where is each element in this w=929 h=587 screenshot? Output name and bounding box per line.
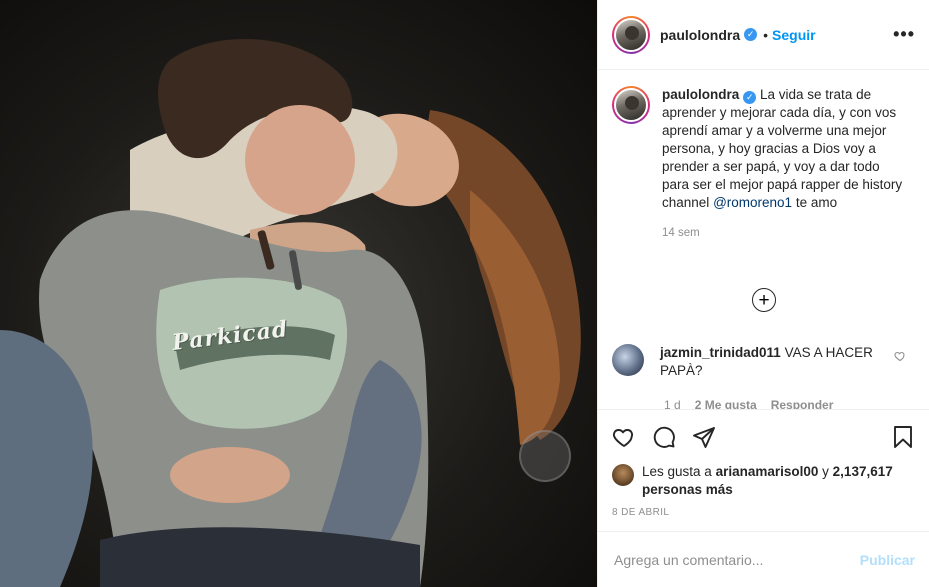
post-header: paulolondra ✓ • Seguir •••: [598, 0, 929, 70]
post-sidebar: paulolondra ✓ • Seguir ••• paulolondra ✓ …: [597, 0, 929, 587]
bookmark-icon[interactable]: [891, 425, 915, 449]
comment-age: 1 d: [664, 398, 681, 409]
caption-verified-badge-icon: ✓: [743, 90, 757, 104]
comment-body: jazmin_trinidad011 VAS A HACER PAPÀ?: [660, 344, 882, 380]
caption-username[interactable]: paulolondra: [662, 87, 739, 102]
comment-like-heart-icon[interactable]: [894, 350, 906, 362]
author-avatar[interactable]: [612, 15, 650, 54]
comment-item: jazmin_trinidad011 VAS A HACER PAPÀ?: [612, 344, 912, 380]
likes-prefix: Les gusta a: [642, 464, 712, 479]
post-photo[interactable]: Parkicad: [0, 0, 597, 587]
author-username[interactable]: paulolondra: [660, 27, 740, 43]
plus-circle-icon[interactable]: +: [752, 288, 776, 312]
action-bar: [598, 409, 929, 463]
heart-icon[interactable]: [612, 425, 636, 449]
header-dot-separator: •: [763, 26, 769, 43]
comment-likes-count[interactable]: 2 Me gusta: [695, 398, 757, 409]
caption-end-text: te amo: [792, 195, 838, 210]
caption-author-avatar[interactable]: [612, 86, 650, 124]
likes-summary: Les gusta a arianamarisol00 y 2,137,617 …: [598, 463, 929, 503]
photo-touch-indicator: [519, 430, 571, 482]
caption-body: paulolondra ✓ La vida se trata de aprende…: [662, 86, 907, 242]
likes-text: Les gusta a arianamarisol00 y 2,137,617 …: [642, 463, 915, 499]
share-icon[interactable]: [692, 425, 716, 449]
publish-button[interactable]: Publicar: [860, 552, 915, 568]
instagram-post: Parkicad paulolondra ✓ • Seguir ••• paul…: [0, 0, 929, 587]
couple-photo-illustration: [0, 38, 581, 587]
caption: paulolondra ✓ La vida se trata de aprende…: [612, 86, 915, 242]
commenter-username[interactable]: jazmin_trinidad011: [660, 345, 781, 360]
post-date[interactable]: 8 DE ABRIL: [598, 503, 929, 531]
comment-icon[interactable]: [652, 425, 676, 449]
follow-button[interactable]: Seguir: [772, 27, 816, 43]
comment-input[interactable]: [614, 551, 860, 568]
caption-mention-link[interactable]: @romoreno1: [713, 195, 792, 210]
liker-avatar[interactable]: [612, 464, 634, 486]
commenter-avatar[interactable]: [612, 344, 644, 376]
caption-time-ago: 14 sem: [662, 227, 700, 239]
comment-meta: 1 d 2 Me gusta Responder: [664, 398, 833, 409]
more-options-icon[interactable]: •••: [893, 24, 915, 45]
add-comment-bar: Publicar: [598, 531, 929, 587]
liker-username[interactable]: arianamarisol00: [716, 464, 819, 479]
verified-badge-icon: ✓: [744, 28, 758, 41]
likes-joiner: y: [822, 464, 829, 479]
reply-button[interactable]: Responder: [771, 398, 834, 409]
comments-area[interactable]: paulolondra ✓ La vida se trata de aprende…: [598, 70, 929, 409]
caption-text: La vida se trata de aprender y mejorar c…: [662, 87, 903, 210]
